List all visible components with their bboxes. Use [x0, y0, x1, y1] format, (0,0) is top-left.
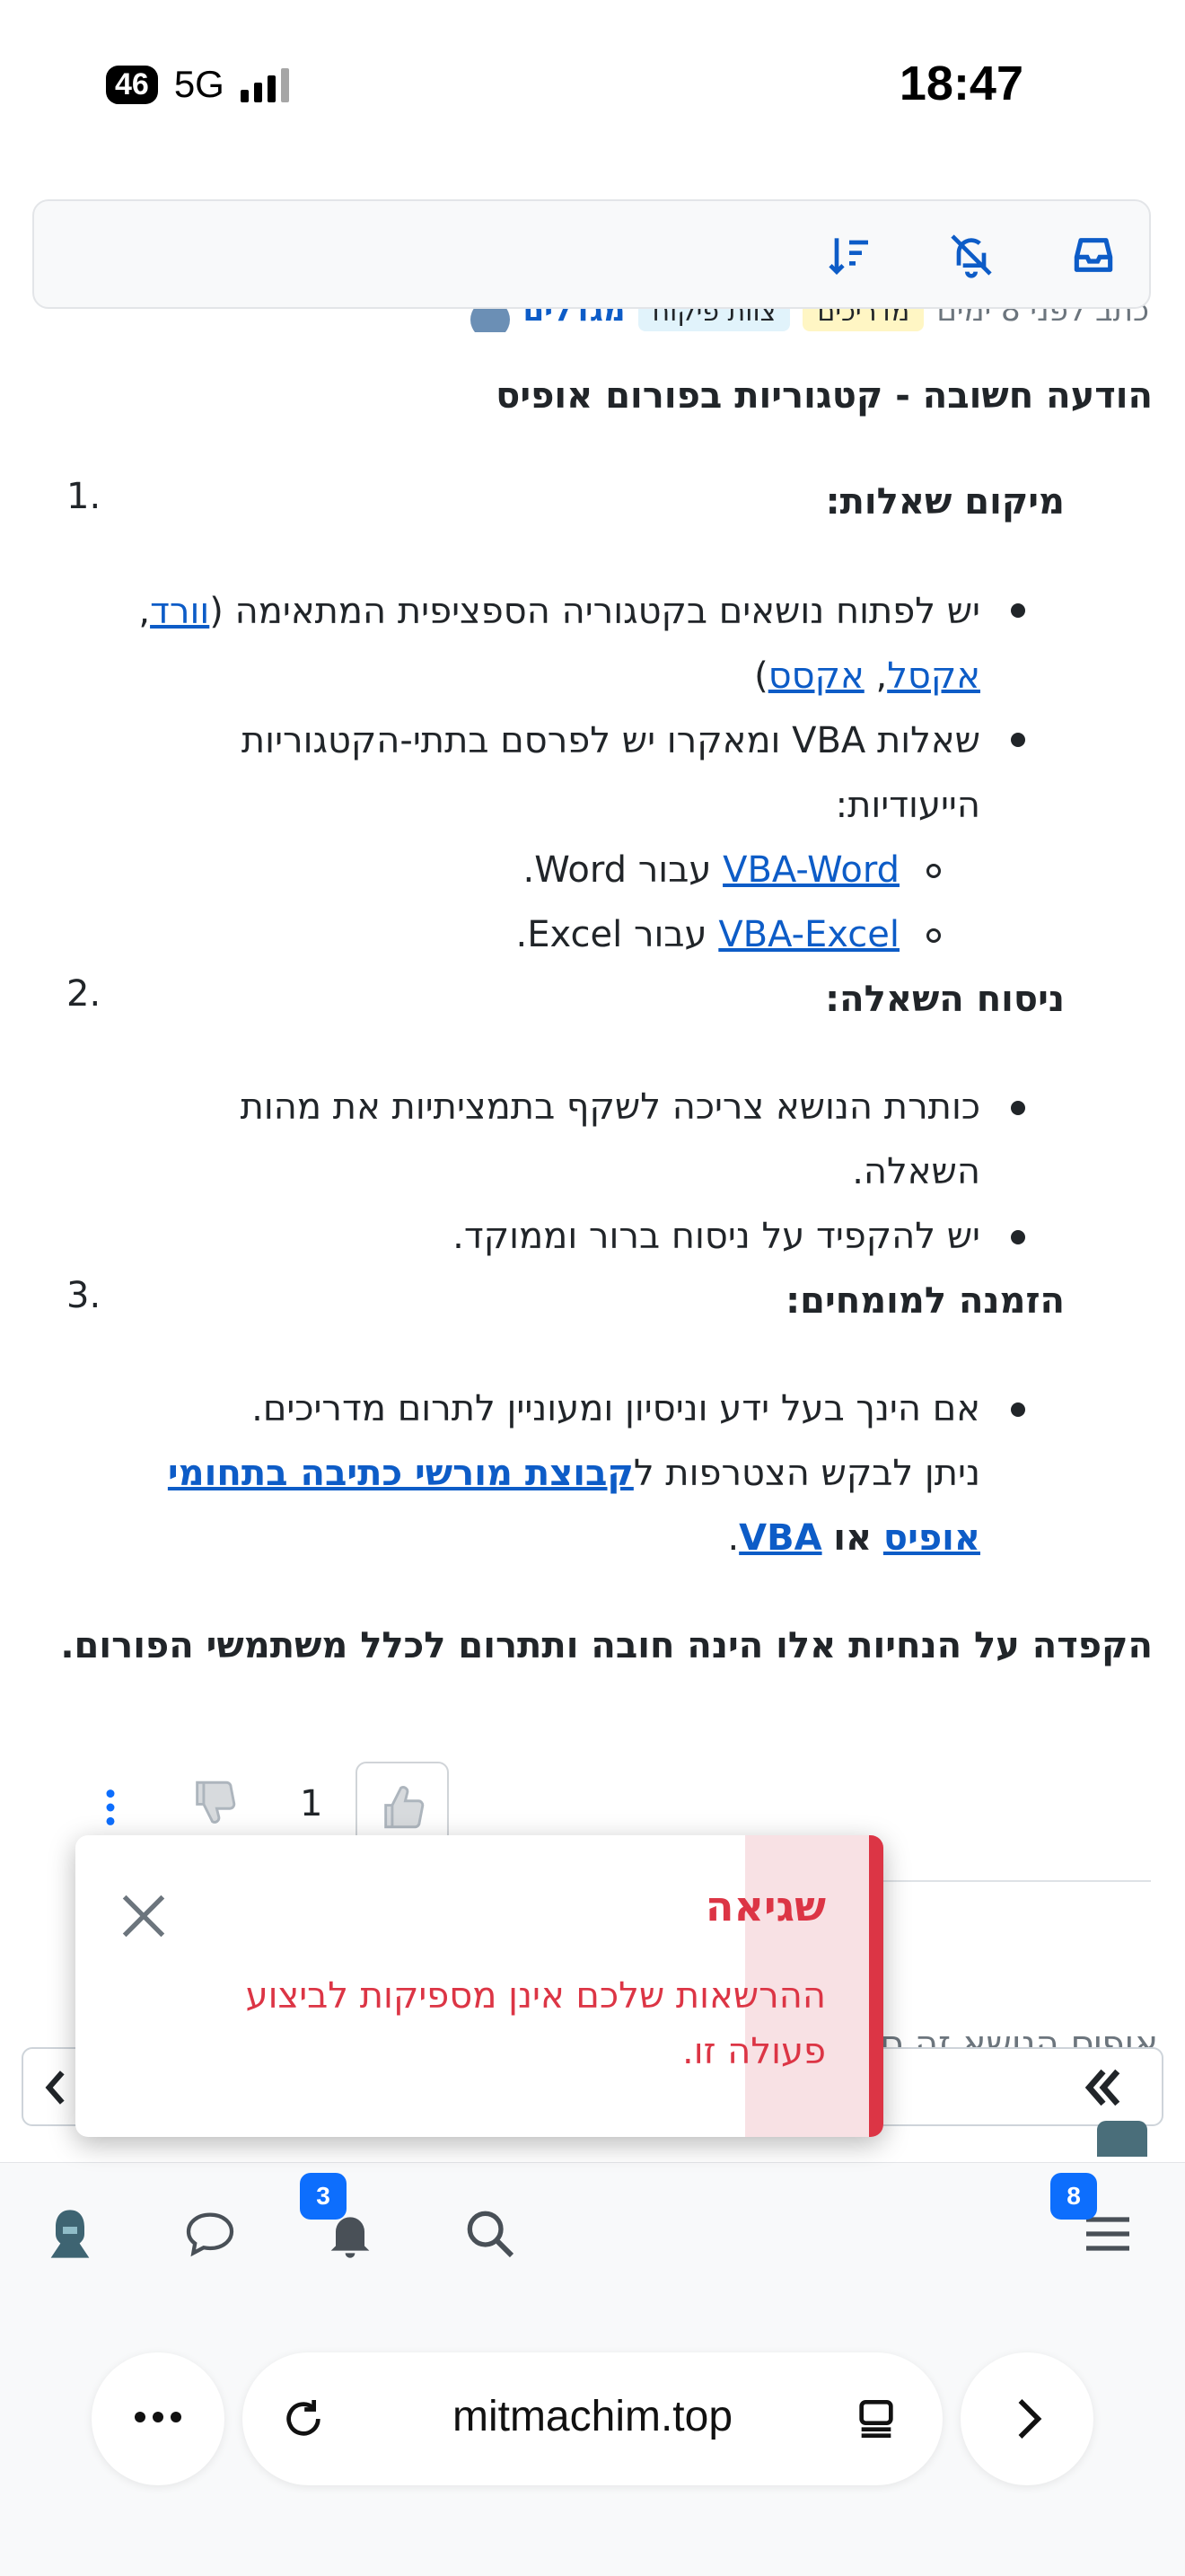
chevron-right-icon: [1018, 2399, 1042, 2439]
signal-icon: [240, 66, 289, 102]
section1-title: מיקום שאלות:: [825, 481, 1065, 523]
sub-bullet: [926, 928, 941, 943]
section2-title: ניסוח השאלה:: [825, 979, 1065, 1020]
address-bar[interactable]: mitmachim.top: [242, 2352, 943, 2485]
link-vba-excel[interactable]: VBA-Excel: [718, 914, 900, 955]
s2-bullet1-line1: כותרת הנושא צריכה לשקף בתמציתיות את מהות: [240, 1086, 980, 1128]
menu-badge: 8: [1050, 2173, 1097, 2220]
chevron-left-icon[interactable]: [34, 2065, 79, 2110]
forward-button[interactable]: [961, 2352, 1093, 2485]
vote-count: 1: [300, 1783, 323, 1824]
s1-sub2: VBA-Excel עבור Excel.: [515, 914, 900, 955]
more-vertical-icon[interactable]: [104, 1789, 117, 1826]
status-time: 18:47: [899, 57, 1023, 110]
bullet: [1011, 1230, 1025, 1244]
thumbs-down-icon[interactable]: [189, 1776, 241, 1828]
post-heading: הודעה חשובה - קטגוריות בפורום אופיס: [496, 375, 1153, 417]
url-text[interactable]: mitmachim.top: [242, 2392, 943, 2441]
s3-bullet1-line1: אם הינך בעל ידע וניסיון ומעוניין לתרום מ…: [251, 1388, 980, 1429]
link-word[interactable]: וורד: [150, 591, 209, 632]
battery-indicator: 46: [106, 65, 158, 104]
link-writers-group[interactable]: קבוצת מורשי כתיבה בתחומי: [168, 1453, 634, 1494]
bell-slash-icon[interactable]: [946, 230, 996, 280]
link-vba[interactable]: VBA: [739, 1517, 821, 1559]
link-office[interactable]: אופיס: [883, 1517, 980, 1559]
chat-icon[interactable]: [181, 2205, 239, 2263]
s3-bullet1-line2: ניתן לבקש הצטרפות לקבוצת מורשי כתיבה בתח…: [167, 1453, 980, 1494]
reader-mode-icon[interactable]: [851, 2394, 901, 2444]
toast-accent-bar: [869, 1835, 883, 2137]
bullet: [1011, 603, 1025, 618]
link-access[interactable]: אקסס: [768, 655, 865, 697]
s2-bullet1-line2: השאלה.: [852, 1151, 980, 1192]
s1-bullet1-line1: יש לפתוח נושאים בקטגוריה הספציפית המתאימ…: [138, 591, 980, 632]
bullet: [1011, 733, 1025, 747]
bullet: [1011, 1402, 1025, 1417]
link-excel[interactable]: אקסל: [887, 655, 980, 697]
s1-bullet2-line1: שאלות VBA ומאקרו יש לפרסם בתתי-הקטגוריות: [241, 720, 980, 761]
s1-bullet1-line2: אקסל, אקסס): [754, 655, 980, 697]
inbox-icon[interactable]: [1068, 230, 1119, 280]
section3-number: 3.: [66, 1275, 101, 1316]
double-chevron-left-icon[interactable]: [1077, 2063, 1129, 2112]
ellipsis-icon: [135, 2412, 181, 2422]
toast-title: שגיאה: [705, 1882, 826, 1930]
post-closing: הקפדה על הנחיות אלו הינה חובה ותתרום לכל…: [60, 1625, 1153, 1666]
s1-bullet2-line2: הייעודיות:: [835, 785, 980, 826]
notifications-badge: 3: [300, 2173, 347, 2220]
status-bar-left: 46 5G: [106, 63, 289, 106]
s2-bullet2: יש להקפיד על ניסוח ברור וממוקד.: [452, 1216, 980, 1257]
profile-avatar-icon[interactable]: [41, 2205, 99, 2263]
bullet: [1011, 1101, 1025, 1115]
thumbs-up-icon: [384, 1786, 425, 1829]
section3-title: הזמנה למומחים:: [786, 1280, 1065, 1322]
toast-message: ההרשאות שלכם אינן מספיקות לביצוע פעולה ז…: [245, 1975, 826, 2072]
section2-number: 2.: [66, 973, 101, 1015]
s3-bullet1-line3: אופיס או VBA.: [727, 1517, 980, 1559]
sub-bullet: [926, 864, 941, 878]
topic-toolbar: [32, 199, 1151, 309]
search-icon[interactable]: [461, 2205, 519, 2263]
link-vba-word[interactable]: VBA-Word: [723, 849, 900, 891]
close-icon[interactable]: [115, 1887, 172, 1945]
network-label: 5G: [173, 63, 224, 105]
s1-sub1: VBA-Word עבור Word.: [522, 849, 900, 891]
more-button[interactable]: [92, 2352, 224, 2485]
section1-number: 1.: [66, 476, 101, 517]
sort-icon[interactable]: [824, 230, 874, 280]
error-toast: שגיאה ההרשאות שלכם אינן מספיקות לביצוע פ…: [75, 1835, 883, 2137]
user-avatar-small[interactable]: [1097, 2121, 1147, 2157]
